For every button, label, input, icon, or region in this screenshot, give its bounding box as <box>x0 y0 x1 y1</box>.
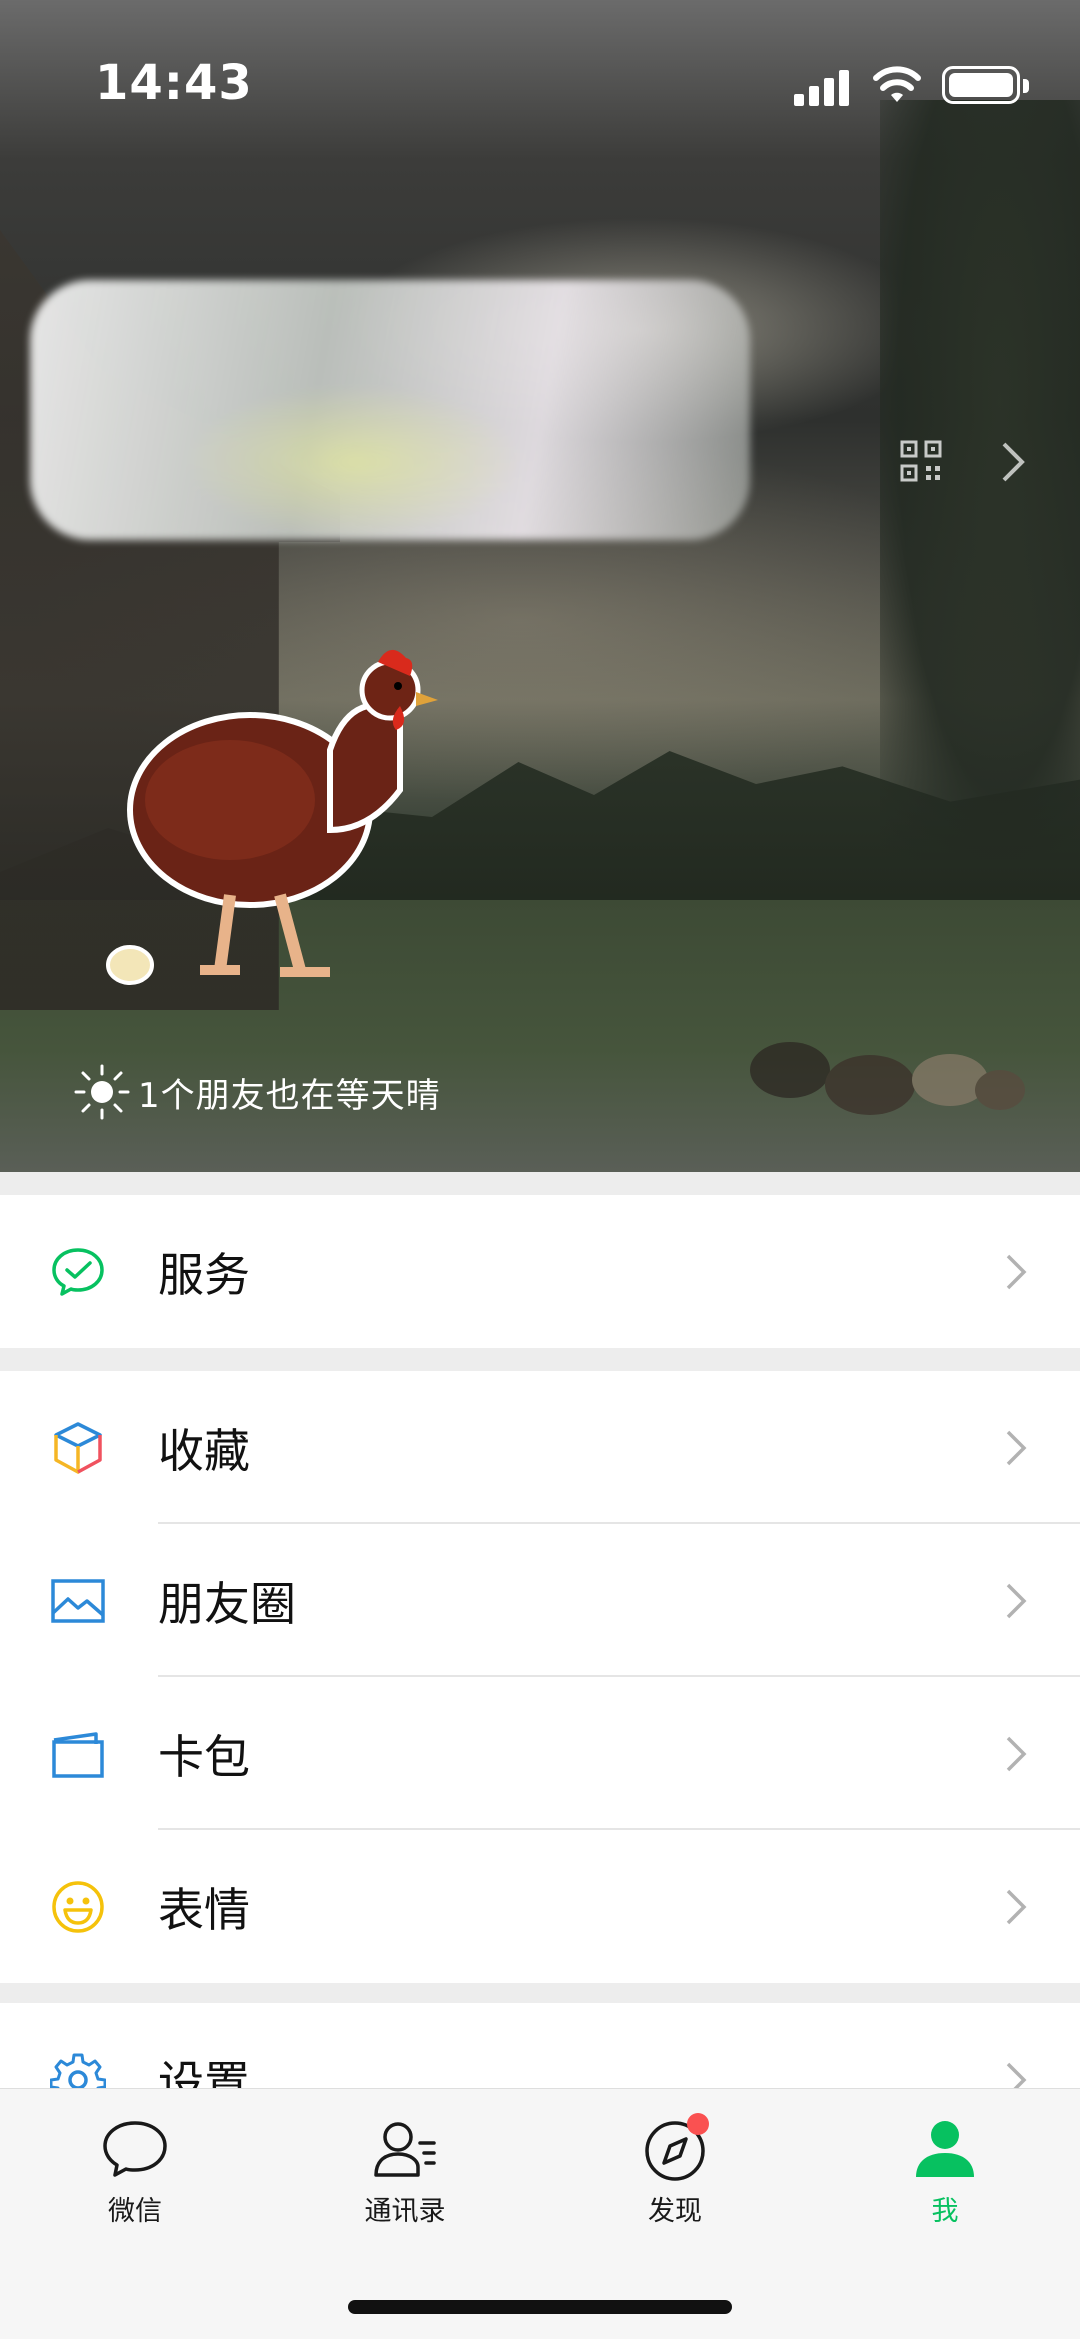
menu-item-label: 卡包 <box>158 1729 250 1784</box>
wechat-pay-icon <box>52 1247 104 1296</box>
menu-item-services[interactable]: 服务 <box>0 1195 1080 1348</box>
tab-label: 发现 <box>648 2196 702 2227</box>
tab-chats[interactable]: 微信 <box>55 2117 215 2247</box>
menu-item-label: 设置 <box>158 2055 250 2089</box>
tab-discover[interactable]: 发现 <box>595 2113 755 2247</box>
qr-code-entry[interactable] <box>900 440 1040 490</box>
battery-icon <box>942 66 1029 104</box>
menu-item-label: 收藏 <box>158 1423 250 1478</box>
menu-item-settings[interactable]: 设置 <box>0 2003 1080 2088</box>
favorites-cube-icon <box>54 1421 102 1474</box>
chat-bubble-icon <box>103 2121 167 2177</box>
sticker-smile-icon <box>52 1880 104 1933</box>
chicken-sticker <box>106 649 438 985</box>
contacts-icon <box>374 2122 436 2177</box>
menu-group-main: 收藏 朋友圈 卡包 表情 <box>0 1371 1080 1983</box>
chevron-right-icon <box>1006 1583 1027 1618</box>
profile-header[interactable]: 14:43 1个朋友也在等天晴 <box>0 0 1080 1172</box>
menu-item-favorites[interactable]: 收藏 <box>0 1371 1080 1524</box>
chevron-right-icon <box>1006 2062 1027 2088</box>
sun-icon <box>74 1064 130 1120</box>
person-icon <box>916 2121 974 2177</box>
menu-item-label: 朋友圈 <box>158 1576 296 1631</box>
background-hens <box>750 1042 1025 1115</box>
tab-label: 通讯录 <box>364 2196 446 2227</box>
home-indicator <box>348 2300 732 2314</box>
menu-group-services: 服务 <box>0 1195 1080 1348</box>
chevron-right-icon <box>1006 1736 1027 1771</box>
menu-item-moments[interactable]: 朋友圈 <box>0 1524 1080 1677</box>
card-wallet-icon <box>52 1731 104 1778</box>
status-icons <box>794 62 1029 108</box>
menu-item-label: 表情 <box>158 1882 250 1937</box>
chevron-right-icon <box>1006 1889 1027 1924</box>
tab-label: 我 <box>931 2196 959 2227</box>
notification-badge <box>687 2113 709 2135</box>
tab-me[interactable]: 我 <box>865 2117 1025 2247</box>
wifi-icon <box>873 66 921 102</box>
chevron-right-icon <box>1002 442 1025 482</box>
status-message[interactable]: 1个朋友也在等天晴 <box>72 1062 441 1122</box>
gear-icon <box>50 2053 106 2088</box>
menu-item-card-wallet[interactable]: 卡包 <box>0 1677 1080 1830</box>
menu-item-label: 服务 <box>158 1247 250 1302</box>
cellular-signal-icon <box>794 68 850 108</box>
menu-item-stickers[interactable]: 表情 <box>0 1830 1080 1983</box>
menu-group-settings: 设置 <box>0 2003 1080 2088</box>
profile-name-blurred <box>30 280 750 540</box>
tab-label: 微信 <box>108 2196 162 2227</box>
moments-image-icon <box>51 1578 105 1623</box>
status-time: 14:43 <box>95 55 253 111</box>
tab-contacts[interactable]: 通讯录 <box>325 2117 485 2247</box>
chevron-right-icon <box>1006 1254 1027 1289</box>
status-message-text: 1个朋友也在等天晴 <box>138 1075 441 1116</box>
status-bar: 14:43 <box>0 0 1080 160</box>
chevron-right-icon <box>1006 1430 1027 1465</box>
qr-code-icon <box>900 440 942 482</box>
